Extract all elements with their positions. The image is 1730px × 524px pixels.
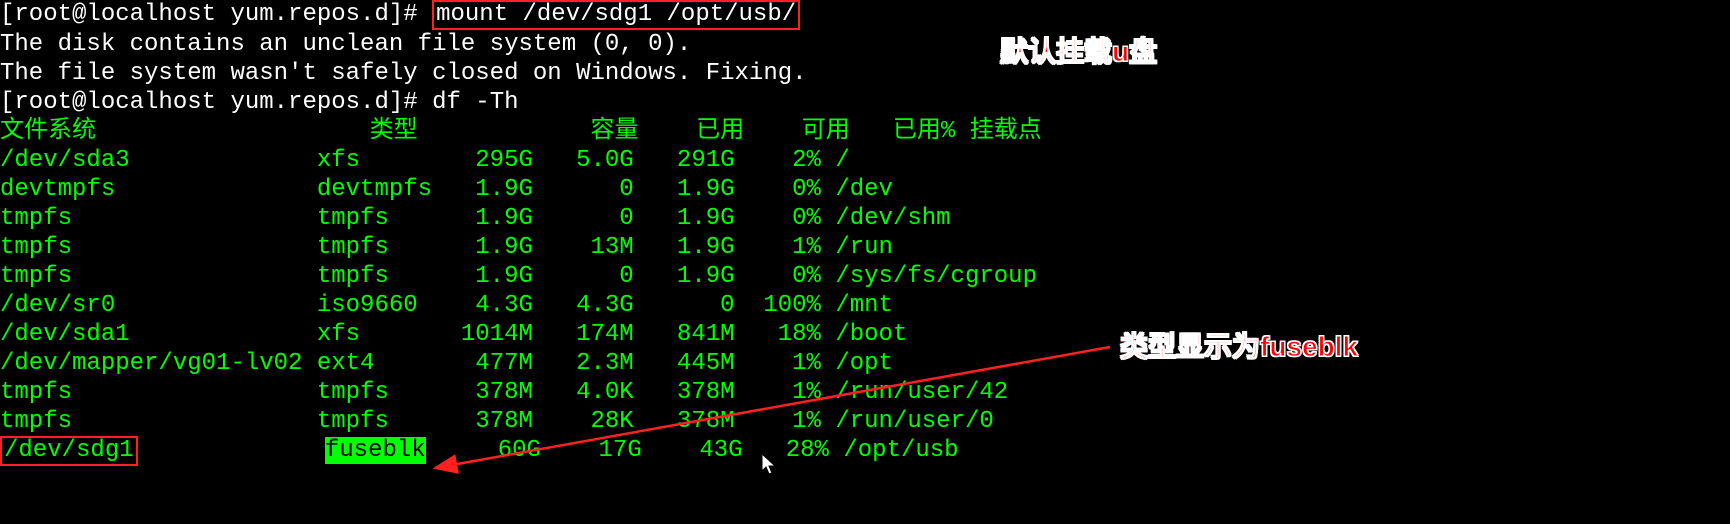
prompt: [root@localhost yum.repos.d]#	[0, 89, 418, 116]
df-row: tmpfs tmpfs 1.9G 13M 1.9G 1% /run	[0, 233, 1730, 262]
df-row: /dev/sdg1 fuseblk 60G 17G 43G 28% /opt/u…	[0, 436, 1730, 466]
df-header: 文件系统 类型 容量 已用 可用 已用% 挂载点	[0, 117, 1730, 146]
df-row: /dev/mapper/vg01-lv02 ext4 477M 2.3M 445…	[0, 349, 1730, 378]
df-row: tmpfs tmpfs 378M 4.0K 378M 1% /run/user/…	[0, 378, 1730, 407]
prompt: [root@localhost yum.repos.d]#	[0, 1, 418, 28]
mount-msg-1: The disk contains an unclean file system…	[0, 30, 1730, 59]
df-command: df -Th	[432, 89, 518, 116]
highlighted-fstype: fuseblk	[325, 437, 426, 464]
mount-command-box: mount /dev/sdg1 /opt/usb/	[432, 0, 800, 30]
df-row: /dev/sda3 xfs 295G 5.0G 291G 2% /	[0, 146, 1730, 175]
annotation-top: 默认挂载u盘	[1000, 30, 1157, 70]
df-row: tmpfs tmpfs 1.9G 0 1.9G 0% /sys/fs/cgrou…	[0, 262, 1730, 291]
mount-msg-2: The file system wasn't safely closed on …	[0, 59, 1730, 88]
terminal-output: [root@localhost yum.repos.d]# mount /dev…	[0, 0, 1730, 466]
mount-command: mount /dev/sdg1 /opt/usb/	[436, 1, 796, 28]
annotation-right: 类型显示为fuseblk	[1120, 325, 1358, 365]
df-row: /dev/sda1 xfs 1014M 174M 841M 18% /boot	[0, 320, 1730, 349]
df-row: tmpfs tmpfs 1.9G 0 1.9G 0% /dev/shm	[0, 204, 1730, 233]
df-row: tmpfs tmpfs 378M 28K 378M 1% /run/user/0	[0, 407, 1730, 436]
df-row: devtmpfs devtmpfs 1.9G 0 1.9G 0% /dev	[0, 175, 1730, 204]
highlighted-device: /dev/sdg1	[0, 436, 138, 466]
df-row: /dev/sr0 iso9660 4.3G 4.3G 0 100% /mnt	[0, 291, 1730, 320]
